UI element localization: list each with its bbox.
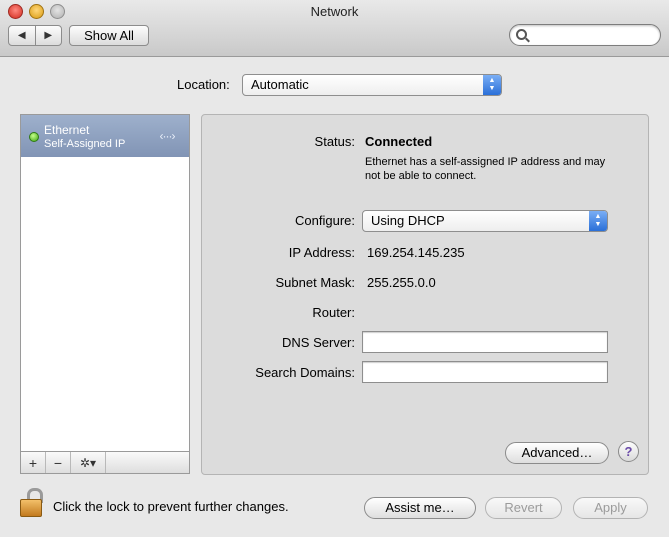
- router-label: Router:: [312, 305, 355, 320]
- help-button[interactable]: ?: [618, 441, 639, 462]
- network-window: Network ◀ ▶ Show All Location: Automatic…: [0, 0, 669, 537]
- ethernet-icon: ‹···›: [159, 129, 176, 143]
- remove-service-button[interactable]: −: [46, 452, 71, 473]
- popup-arrows-icon: ▲ ▼: [589, 211, 607, 231]
- window-title: Network: [310, 4, 359, 19]
- search-domains-field[interactable]: [362, 361, 608, 383]
- service-status: Self-Assigned IP: [44, 138, 126, 150]
- advanced-button[interactable]: Advanced…: [505, 442, 609, 464]
- add-service-button[interactable]: +: [21, 452, 46, 473]
- service-list: Ethernet Self-Assigned IP ‹···›: [20, 114, 190, 453]
- search-input[interactable]: [530, 27, 654, 43]
- assist-me-button[interactable]: Assist me…: [364, 497, 476, 519]
- back-button[interactable]: ◀: [9, 26, 35, 45]
- configure-label: Configure:: [295, 213, 355, 228]
- forward-button[interactable]: ▶: [34, 26, 62, 45]
- search-domains-label: Search Domains:: [255, 365, 355, 380]
- subnet-mask-label: Subnet Mask:: [275, 275, 356, 290]
- configure-popup[interactable]: Using DHCP ▲ ▼: [362, 210, 608, 232]
- service-list-toolbar: + − ✲▾: [20, 451, 190, 474]
- lock-message: Click the lock to prevent further change…: [53, 499, 289, 514]
- lock-icon[interactable]: [20, 488, 43, 517]
- subnet-mask-value: 255.255.0.0: [367, 275, 436, 290]
- configure-value: Using DHCP: [371, 213, 445, 228]
- search-icon: [516, 29, 527, 40]
- apply-button[interactable]: Apply: [573, 497, 648, 519]
- toolbar: Network ◀ ▶ Show All: [0, 0, 669, 57]
- location-label: Location:: [177, 77, 230, 92]
- status-dot-icon: [29, 132, 39, 142]
- action-gear-button[interactable]: ✲▾: [71, 452, 106, 473]
- popup-arrows-icon: ▲ ▼: [483, 75, 501, 95]
- location-value: Automatic: [251, 77, 309, 92]
- dns-server-label: DNS Server:: [282, 335, 355, 350]
- ip-address-value: 169.254.145.235: [367, 245, 465, 260]
- show-all-button[interactable]: Show All: [69, 25, 149, 46]
- nav-buttons: ◀ ▶: [8, 25, 62, 46]
- location-popup[interactable]: Automatic ▲ ▼: [242, 74, 502, 96]
- search-field[interactable]: [509, 24, 661, 46]
- status-value: Connected: [365, 134, 433, 149]
- status-label: Status:: [314, 134, 355, 149]
- status-description: Ethernet has a self-assigned IP address …: [365, 156, 606, 182]
- ip-address-label: IP Address:: [288, 245, 355, 260]
- service-name: Ethernet: [44, 123, 90, 137]
- dns-server-field[interactable]: [362, 331, 608, 353]
- revert-button[interactable]: Revert: [485, 497, 562, 519]
- service-item-ethernet[interactable]: Ethernet Self-Assigned IP ‹···›: [21, 115, 189, 157]
